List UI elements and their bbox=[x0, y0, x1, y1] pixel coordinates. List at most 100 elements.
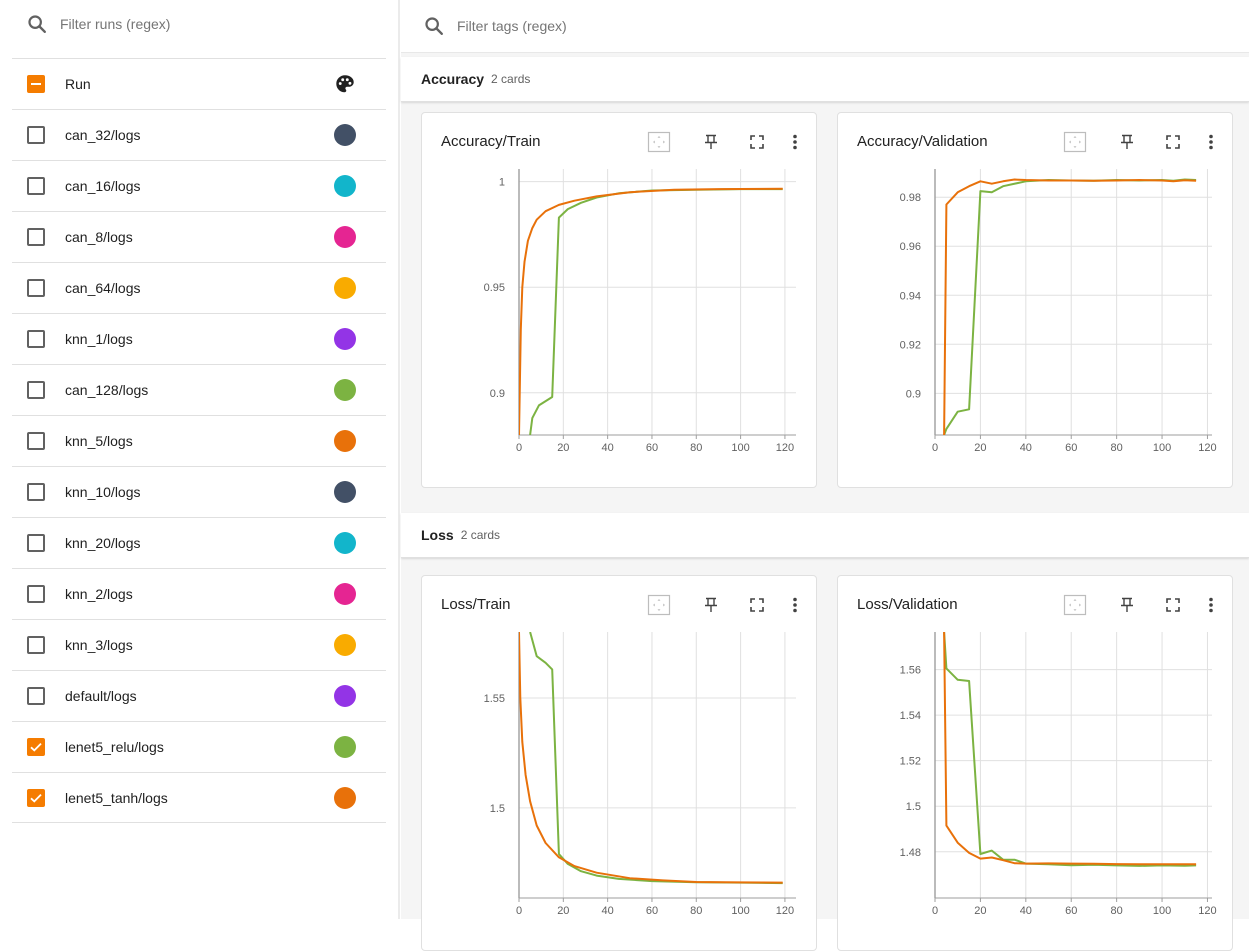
fit-domain-icon bbox=[1063, 594, 1087, 616]
run-row[interactable]: lenet5_relu/logs bbox=[12, 721, 386, 772]
run-checkbox[interactable] bbox=[27, 330, 45, 348]
series-line-lenet5_relu[interactable] bbox=[943, 178, 1197, 436]
run-checkbox[interactable] bbox=[27, 177, 45, 195]
series-line-lenet5_tanh[interactable] bbox=[943, 178, 1197, 436]
run-checkbox[interactable] bbox=[27, 534, 45, 552]
run-color-swatch[interactable] bbox=[334, 786, 356, 809]
more-vert-button[interactable] bbox=[1198, 129, 1224, 155]
fullscreen-button[interactable] bbox=[744, 592, 770, 618]
run-row[interactable]: knn_2/logs bbox=[12, 568, 386, 619]
run-row[interactable]: can_64/logs bbox=[12, 262, 386, 313]
run-color-swatch[interactable] bbox=[334, 532, 356, 554]
run-row[interactable]: knn_10/logs bbox=[12, 466, 386, 517]
grid bbox=[934, 632, 1212, 899]
fit-domain-button[interactable] bbox=[646, 592, 672, 618]
run-name: default/logs bbox=[65, 688, 137, 704]
pin-button[interactable] bbox=[698, 129, 724, 155]
x-tick-label: 0 bbox=[932, 905, 938, 917]
fullscreen-button[interactable] bbox=[1160, 592, 1186, 618]
run-name: can_8/logs bbox=[65, 229, 133, 245]
run-checkbox[interactable] bbox=[27, 126, 45, 144]
run-color-swatch[interactable] bbox=[334, 379, 356, 401]
scalars-main: Accuracy 2 cards Loss 2 cards Accuracy/T… bbox=[401, 0, 1249, 951]
run-row[interactable]: default/logs bbox=[12, 670, 386, 721]
x-tick-label: 60 bbox=[646, 442, 658, 454]
palette-icon[interactable] bbox=[334, 73, 356, 95]
series-line-lenet5_relu[interactable] bbox=[529, 632, 783, 885]
card-toolbar bbox=[1042, 129, 1232, 155]
run-color-swatch[interactable] bbox=[334, 634, 356, 656]
run-color-swatch[interactable] bbox=[334, 124, 356, 146]
more-vert-button[interactable] bbox=[782, 129, 808, 155]
run-row[interactable]: knn_5/logs bbox=[12, 415, 386, 466]
run-row[interactable]: can_8/logs bbox=[12, 211, 386, 262]
run-color-swatch[interactable] bbox=[334, 481, 356, 503]
run-checkbox[interactable] bbox=[27, 279, 45, 297]
run-row[interactable]: lenet5_tanh/logs bbox=[12, 772, 386, 823]
run-color-swatch[interactable] bbox=[334, 430, 356, 452]
run-color-swatch[interactable] bbox=[334, 328, 356, 350]
run-row[interactable]: knn_3/logs bbox=[12, 619, 386, 670]
run-color-swatch[interactable] bbox=[334, 685, 356, 707]
series-line-lenet5_relu[interactable] bbox=[529, 188, 783, 435]
y-tick-label: 1.52 bbox=[900, 756, 921, 768]
fullscreen-icon bbox=[1166, 135, 1180, 149]
fit-domain-button[interactable] bbox=[1062, 592, 1088, 618]
select-all-checkbox[interactable] bbox=[27, 75, 45, 93]
line-chart[interactable]: 0 20 40 60 80 100 120 1.5 1.55 bbox=[422, 632, 816, 936]
run-checkbox[interactable] bbox=[27, 432, 45, 450]
run-color-swatch[interactable] bbox=[334, 226, 356, 248]
more-vert-button[interactable] bbox=[1198, 592, 1224, 618]
run-color-swatch[interactable] bbox=[334, 583, 356, 605]
run-checkbox[interactable] bbox=[27, 687, 45, 705]
fullscreen-button[interactable] bbox=[1160, 129, 1186, 155]
pin-button[interactable] bbox=[1114, 129, 1140, 155]
line-chart[interactable]: 0 20 40 60 80 100 120 1.48 1.5 1.52 1.54 1.56 bbox=[838, 632, 1232, 936]
run-row[interactable]: knn_20/logs bbox=[12, 517, 386, 568]
run-name: can_128/logs bbox=[65, 382, 149, 398]
run-checkbox[interactable] bbox=[27, 636, 45, 654]
fit-domain-button[interactable] bbox=[646, 129, 672, 155]
run-row[interactable]: can_128/logs bbox=[12, 364, 386, 415]
tags-filter-input[interactable] bbox=[455, 17, 715, 35]
line-chart[interactable]: 0 20 40 60 80 100 120 0.9 0.95 1 bbox=[422, 169, 816, 473]
x-tick-label: 100 bbox=[731, 905, 749, 917]
run-checkbox[interactable] bbox=[27, 483, 45, 501]
run-name: knn_2/logs bbox=[65, 586, 133, 602]
run-row[interactable]: knn_1/logs bbox=[12, 313, 386, 364]
x-tick-label: 40 bbox=[602, 905, 614, 917]
x-tick-label: 120 bbox=[1198, 442, 1216, 454]
y-tick-label: 0.95 bbox=[484, 282, 505, 294]
x-tick-label: 120 bbox=[776, 905, 794, 917]
run-name: can_64/logs bbox=[65, 280, 141, 296]
x-tick-label: 20 bbox=[974, 905, 986, 917]
runs-filter-input[interactable] bbox=[58, 15, 318, 33]
y-tick-label: 1.5 bbox=[906, 801, 921, 813]
search-icon bbox=[425, 17, 443, 35]
line-chart[interactable]: 0 20 40 60 80 100 120 0.9 0.92 0.94 0.96 0.98 bbox=[838, 169, 1232, 473]
y-tick-label: 0.94 bbox=[900, 290, 921, 302]
run-name: lenet5_relu/logs bbox=[65, 739, 164, 755]
run-row[interactable]: can_16/logs bbox=[12, 160, 386, 211]
run-row[interactable]: can_32/logs bbox=[12, 109, 386, 160]
group-header-accuracy[interactable]: Accuracy 2 cards bbox=[401, 57, 1249, 102]
x-tick-label: 80 bbox=[1111, 442, 1123, 454]
run-color-swatch[interactable] bbox=[334, 277, 356, 299]
more-vert-button[interactable] bbox=[782, 592, 808, 618]
group-header-loss[interactable]: Loss 2 cards bbox=[401, 513, 1249, 558]
y-tick-label: 1 bbox=[499, 177, 505, 189]
run-checkbox[interactable] bbox=[27, 585, 45, 603]
series-line-lenet5_tanh[interactable] bbox=[943, 632, 1197, 866]
fullscreen-button[interactable] bbox=[744, 129, 770, 155]
runs-table: Run can_32/logs can_16/logs can_8/logs can_… bbox=[12, 58, 386, 823]
fit-domain-button[interactable] bbox=[1062, 129, 1088, 155]
series-line-lenet5_relu[interactable] bbox=[943, 632, 1197, 867]
run-color-swatch[interactable] bbox=[334, 736, 356, 758]
pin-button[interactable] bbox=[698, 592, 724, 618]
run-checkbox[interactable] bbox=[27, 228, 45, 246]
run-checkbox[interactable] bbox=[27, 738, 45, 756]
run-checkbox[interactable] bbox=[27, 788, 45, 807]
run-checkbox[interactable] bbox=[27, 381, 45, 399]
run-color-swatch[interactable] bbox=[334, 175, 356, 197]
pin-button[interactable] bbox=[1114, 592, 1140, 618]
